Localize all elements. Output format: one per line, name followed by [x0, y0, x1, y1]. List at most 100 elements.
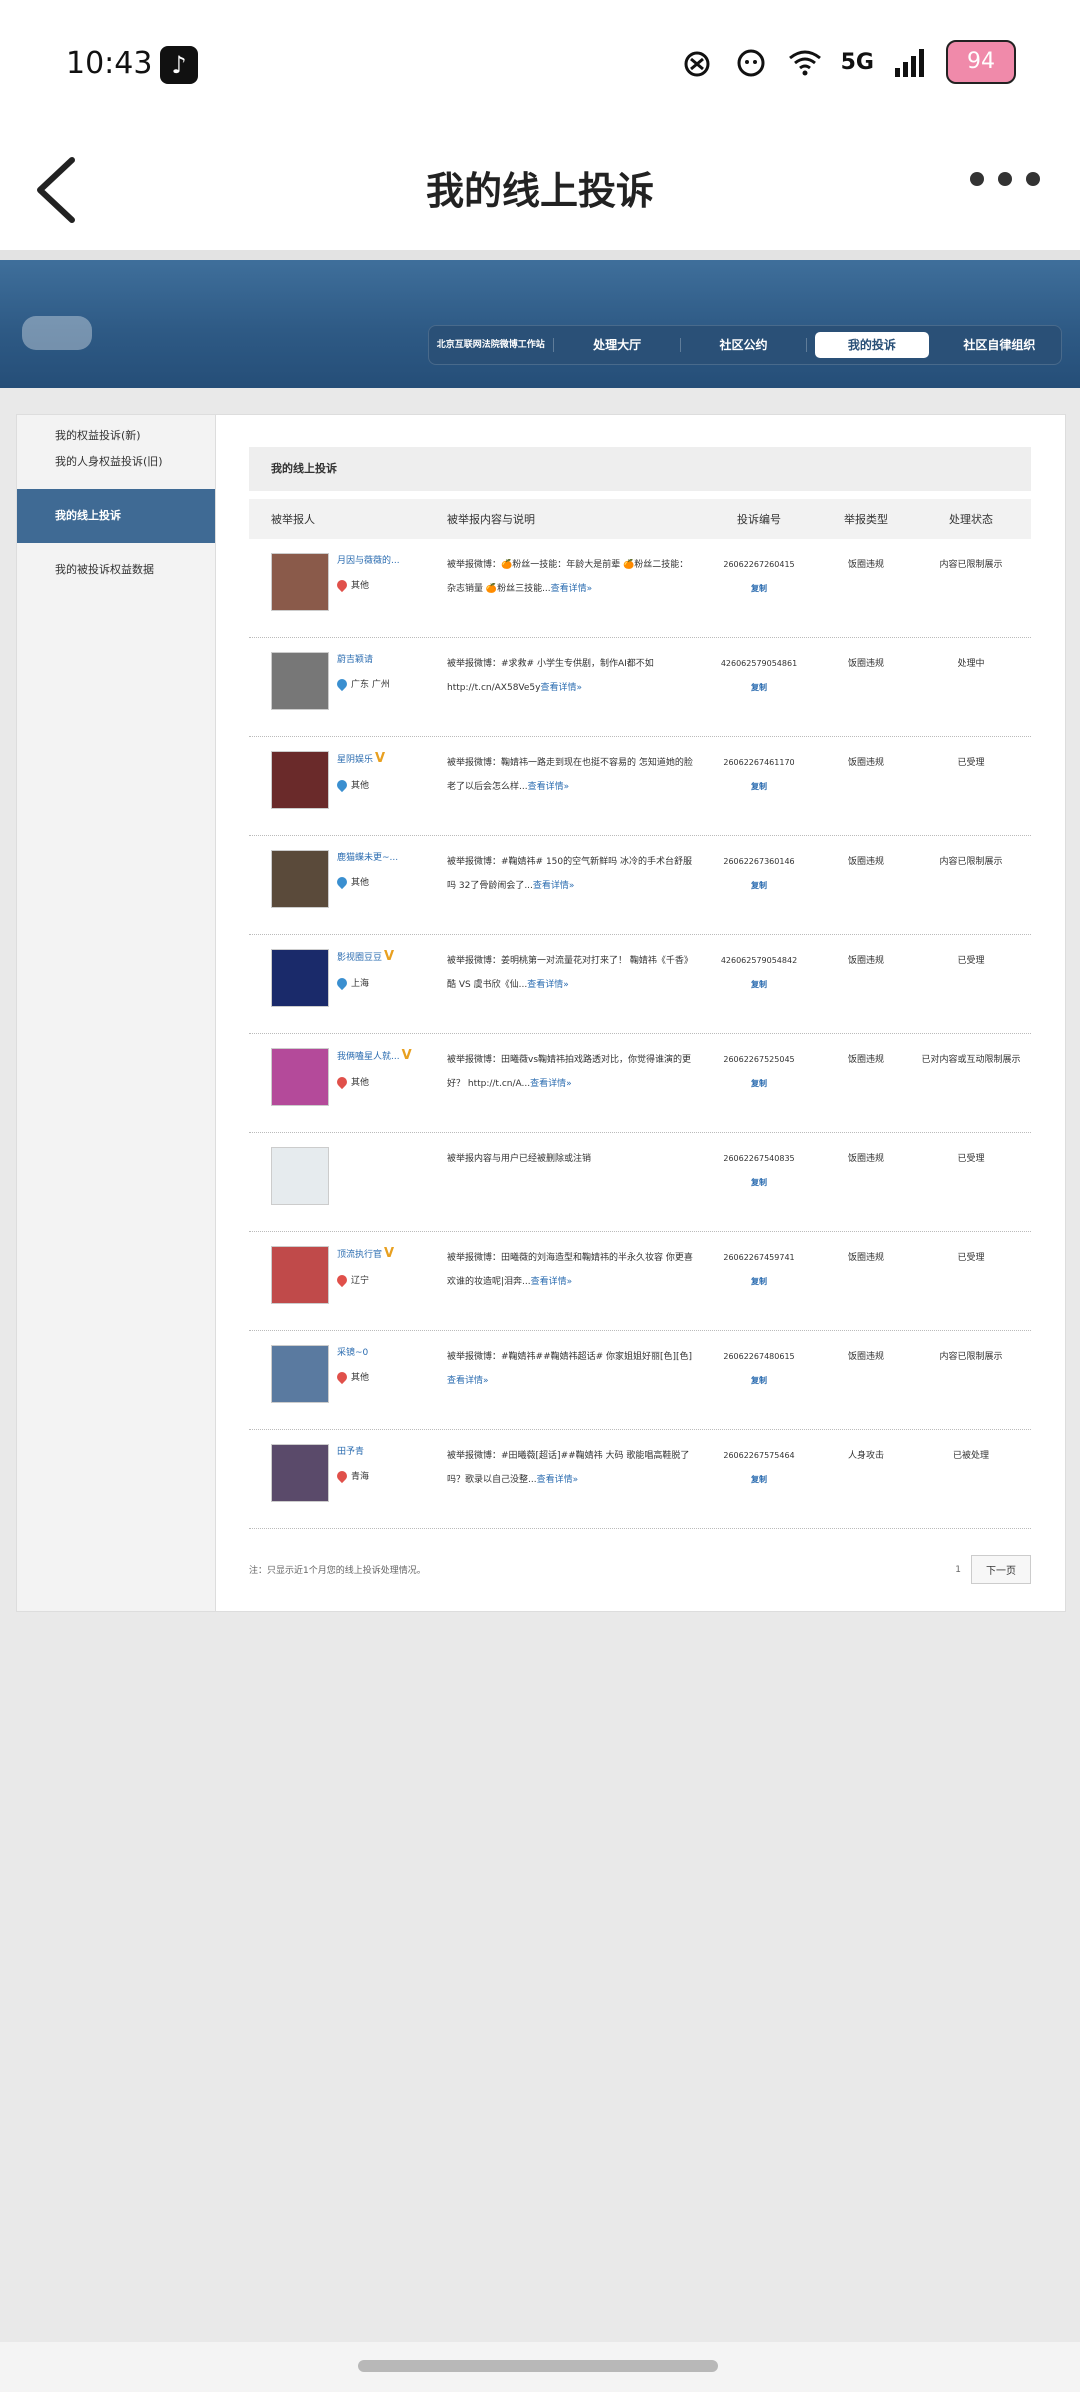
copy-button[interactable]: 复制	[697, 1171, 821, 1195]
nav-tab-2[interactable]: 社区公约	[681, 338, 808, 352]
table-row: 田予青 青海 被举报微博：#田曦薇[超话]##鞠婧祎 大码 歌能唱高鞋脱了吗？歌录以…	[249, 1430, 1031, 1529]
view-details-link[interactable]: 查看详情»	[527, 980, 569, 990]
nav-tab-3[interactable]: 我的投诉	[815, 332, 929, 358]
avatar[interactable]	[271, 1246, 329, 1304]
user-name-link[interactable]: 顶流执行官 V	[337, 1246, 394, 1261]
copy-button[interactable]: 复制	[697, 775, 821, 799]
content-cell: 被举报微博：姜明桃第一对流量花对打来了！ 鞠婧祎《千香》酷 VS 虞书欣《仙..…	[425, 935, 697, 1033]
complaint-id-cell: 426062579054842 复制	[697, 935, 821, 1033]
avatar[interactable]	[271, 949, 329, 1007]
nav-tab-4[interactable]: 社区自律组织	[937, 338, 1062, 352]
user-name-link[interactable]: 鹿猫蝶未更~...	[337, 850, 398, 863]
location-text: 青海	[351, 1472, 370, 1482]
table-footer: 注：只显示近1个月您的线上投诉处理情况。 1 下一页	[249, 1555, 1031, 1584]
reported-user-cell: 采镜~0 其他	[249, 1331, 425, 1429]
user-name[interactable]: 蔚吉颖请	[337, 655, 373, 665]
user-location: 其他	[334, 577, 400, 592]
location-text: 其他	[351, 878, 370, 888]
top-nav: 北京互联网法院微博工作站 处理大厅 社区公约 我的投诉 社区自律组织	[428, 325, 1062, 365]
avatar[interactable]	[271, 652, 329, 710]
view-details-link[interactable]: 查看详情»	[540, 683, 582, 693]
user-info: 月因与薇薇的... 其他	[334, 553, 400, 637]
battery-icon: 94	[946, 40, 1016, 84]
user-name[interactable]: 我俩嗑星人就...	[337, 1052, 400, 1062]
content-text: 被举报内容与用户已经被删除或注销	[447, 1154, 592, 1164]
view-details-link[interactable]: 查看详情»	[528, 782, 570, 792]
report-type: 饭圈违规	[847, 1352, 884, 1362]
user-name-link[interactable]: 星阴娱乐 V	[337, 751, 385, 766]
user-name-link[interactable]: 影视圈豆豆 V	[337, 949, 394, 964]
copy-button[interactable]: 复制	[697, 1072, 821, 1096]
complaint-id-cell: 26062267480615 复制	[697, 1331, 821, 1429]
user-name[interactable]: 影视圈豆豆	[337, 953, 382, 963]
verified-badge-icon: V	[401, 1048, 412, 1063]
complaint-id: 26062267525045	[723, 1055, 795, 1064]
view-details-link[interactable]: 查看详情»	[530, 1079, 572, 1089]
network-type: 5G	[840, 49, 874, 75]
verified-badge-icon: V	[384, 949, 395, 964]
user-icon	[334, 1369, 350, 1384]
next-page-button[interactable]: 下一页	[971, 1555, 1031, 1584]
user-name[interactable]: 田予青	[337, 1447, 364, 1457]
view-details-link[interactable]: 查看详情»	[531, 1277, 573, 1287]
view-details-link[interactable]: 查看详情»	[537, 1475, 579, 1485]
copy-button[interactable]: 复制	[697, 874, 821, 898]
user-name-link[interactable]: 我俩嗑星人就... V	[337, 1048, 412, 1063]
user-location: 其他	[334, 1369, 369, 1384]
user-name-link[interactable]: 采镜~0	[337, 1345, 369, 1358]
status-text: 已受理	[957, 1253, 985, 1263]
user-info: 蔚吉颖请 广东 广州	[334, 652, 390, 736]
avatar[interactable]	[271, 1147, 329, 1205]
user-name[interactable]: 月因与薇薇的...	[337, 556, 400, 566]
location-text: 辽宁	[351, 1276, 370, 1286]
status-text: 已被处理	[952, 1451, 989, 1461]
clock: 10:43	[66, 46, 153, 81]
status-text: 已受理	[957, 956, 985, 966]
status-text: 内容已限制展示	[939, 1352, 1003, 1362]
location-text: 其他	[351, 781, 370, 791]
status-text: 已受理	[957, 1154, 985, 1164]
user-name[interactable]: 鹿猫蝶未更~...	[337, 853, 398, 863]
user-name[interactable]: 采镜~0	[337, 1348, 368, 1358]
content-cell: 被举报微博：🍊粉丝一技能：年龄大是前辈 🍊粉丝二技能：杂志销量 🍊粉丝三技能..…	[425, 539, 697, 637]
nav-tab-0[interactable]: 北京互联网法院微博工作站	[428, 338, 555, 352]
more-options-icon[interactable]	[970, 172, 1040, 186]
copy-button[interactable]: 复制	[697, 1270, 821, 1294]
complaint-id: 26062267480615	[723, 1352, 795, 1361]
view-details-link[interactable]: 查看详情»	[533, 881, 575, 891]
sidebar-item-personal-complaints[interactable]: 我的人身权益投诉(旧)	[17, 449, 215, 475]
sidebar-item-my-online-complaints[interactable]: 我的线上投诉	[17, 489, 215, 543]
copy-button[interactable]: 复制	[697, 676, 821, 700]
avatar[interactable]	[271, 1048, 329, 1106]
user-location: 其他	[334, 874, 398, 889]
avatar[interactable]	[271, 553, 329, 611]
avatar[interactable]	[271, 1444, 329, 1502]
verified-badge-icon: V	[384, 1246, 395, 1261]
copy-button[interactable]: 复制	[697, 973, 821, 997]
user-name-link[interactable]: 田予青	[337, 1444, 369, 1457]
complaint-id-cell: 26062267575464 复制	[697, 1430, 821, 1528]
reported-user-cell: 顶流执行官 V 辽宁	[249, 1232, 425, 1330]
avatar[interactable]	[271, 850, 329, 908]
sidebar-item-complained-data[interactable]: 我的被投诉权益数据	[17, 557, 215, 583]
content-cell: 被举报微博：田曦薇的刘海造型和鞠婧祎的半永久妆容 你更喜欢谁的妆造呢|泪奔...…	[425, 1232, 697, 1330]
pager: 1 下一页	[955, 1555, 1031, 1584]
nav-tab-1[interactable]: 处理大厅	[554, 338, 681, 352]
avatar[interactable]	[271, 751, 329, 809]
user-name[interactable]: 星阴娱乐	[337, 755, 373, 765]
page-number[interactable]: 1	[955, 1565, 961, 1575]
copy-button[interactable]: 复制	[697, 577, 821, 601]
home-indicator[interactable]	[358, 2360, 718, 2372]
user-name-link[interactable]: 月因与薇薇的...	[337, 553, 400, 566]
user-name-link[interactable]: 蔚吉颖请	[337, 652, 390, 665]
home-indicator-bar	[0, 2342, 1080, 2392]
sidebar-item-new-complaints[interactable]: 我的权益投诉(新)	[17, 423, 215, 449]
status-text: 内容已限制展示	[939, 560, 1003, 570]
table-row: 星阴娱乐 V 其他 被举报微博：鞠婧祎一路走到现在也挺不容易的 怎知道她的脸老了以后会…	[249, 737, 1031, 836]
avatar[interactable]	[271, 1345, 329, 1403]
user-name[interactable]: 顶流执行官	[337, 1250, 382, 1260]
view-details-link[interactable]: 查看详情»	[447, 1376, 489, 1386]
copy-button[interactable]: 复制	[697, 1468, 821, 1492]
view-details-link[interactable]: 查看详情»	[551, 584, 593, 594]
copy-button[interactable]: 复制	[697, 1369, 821, 1393]
